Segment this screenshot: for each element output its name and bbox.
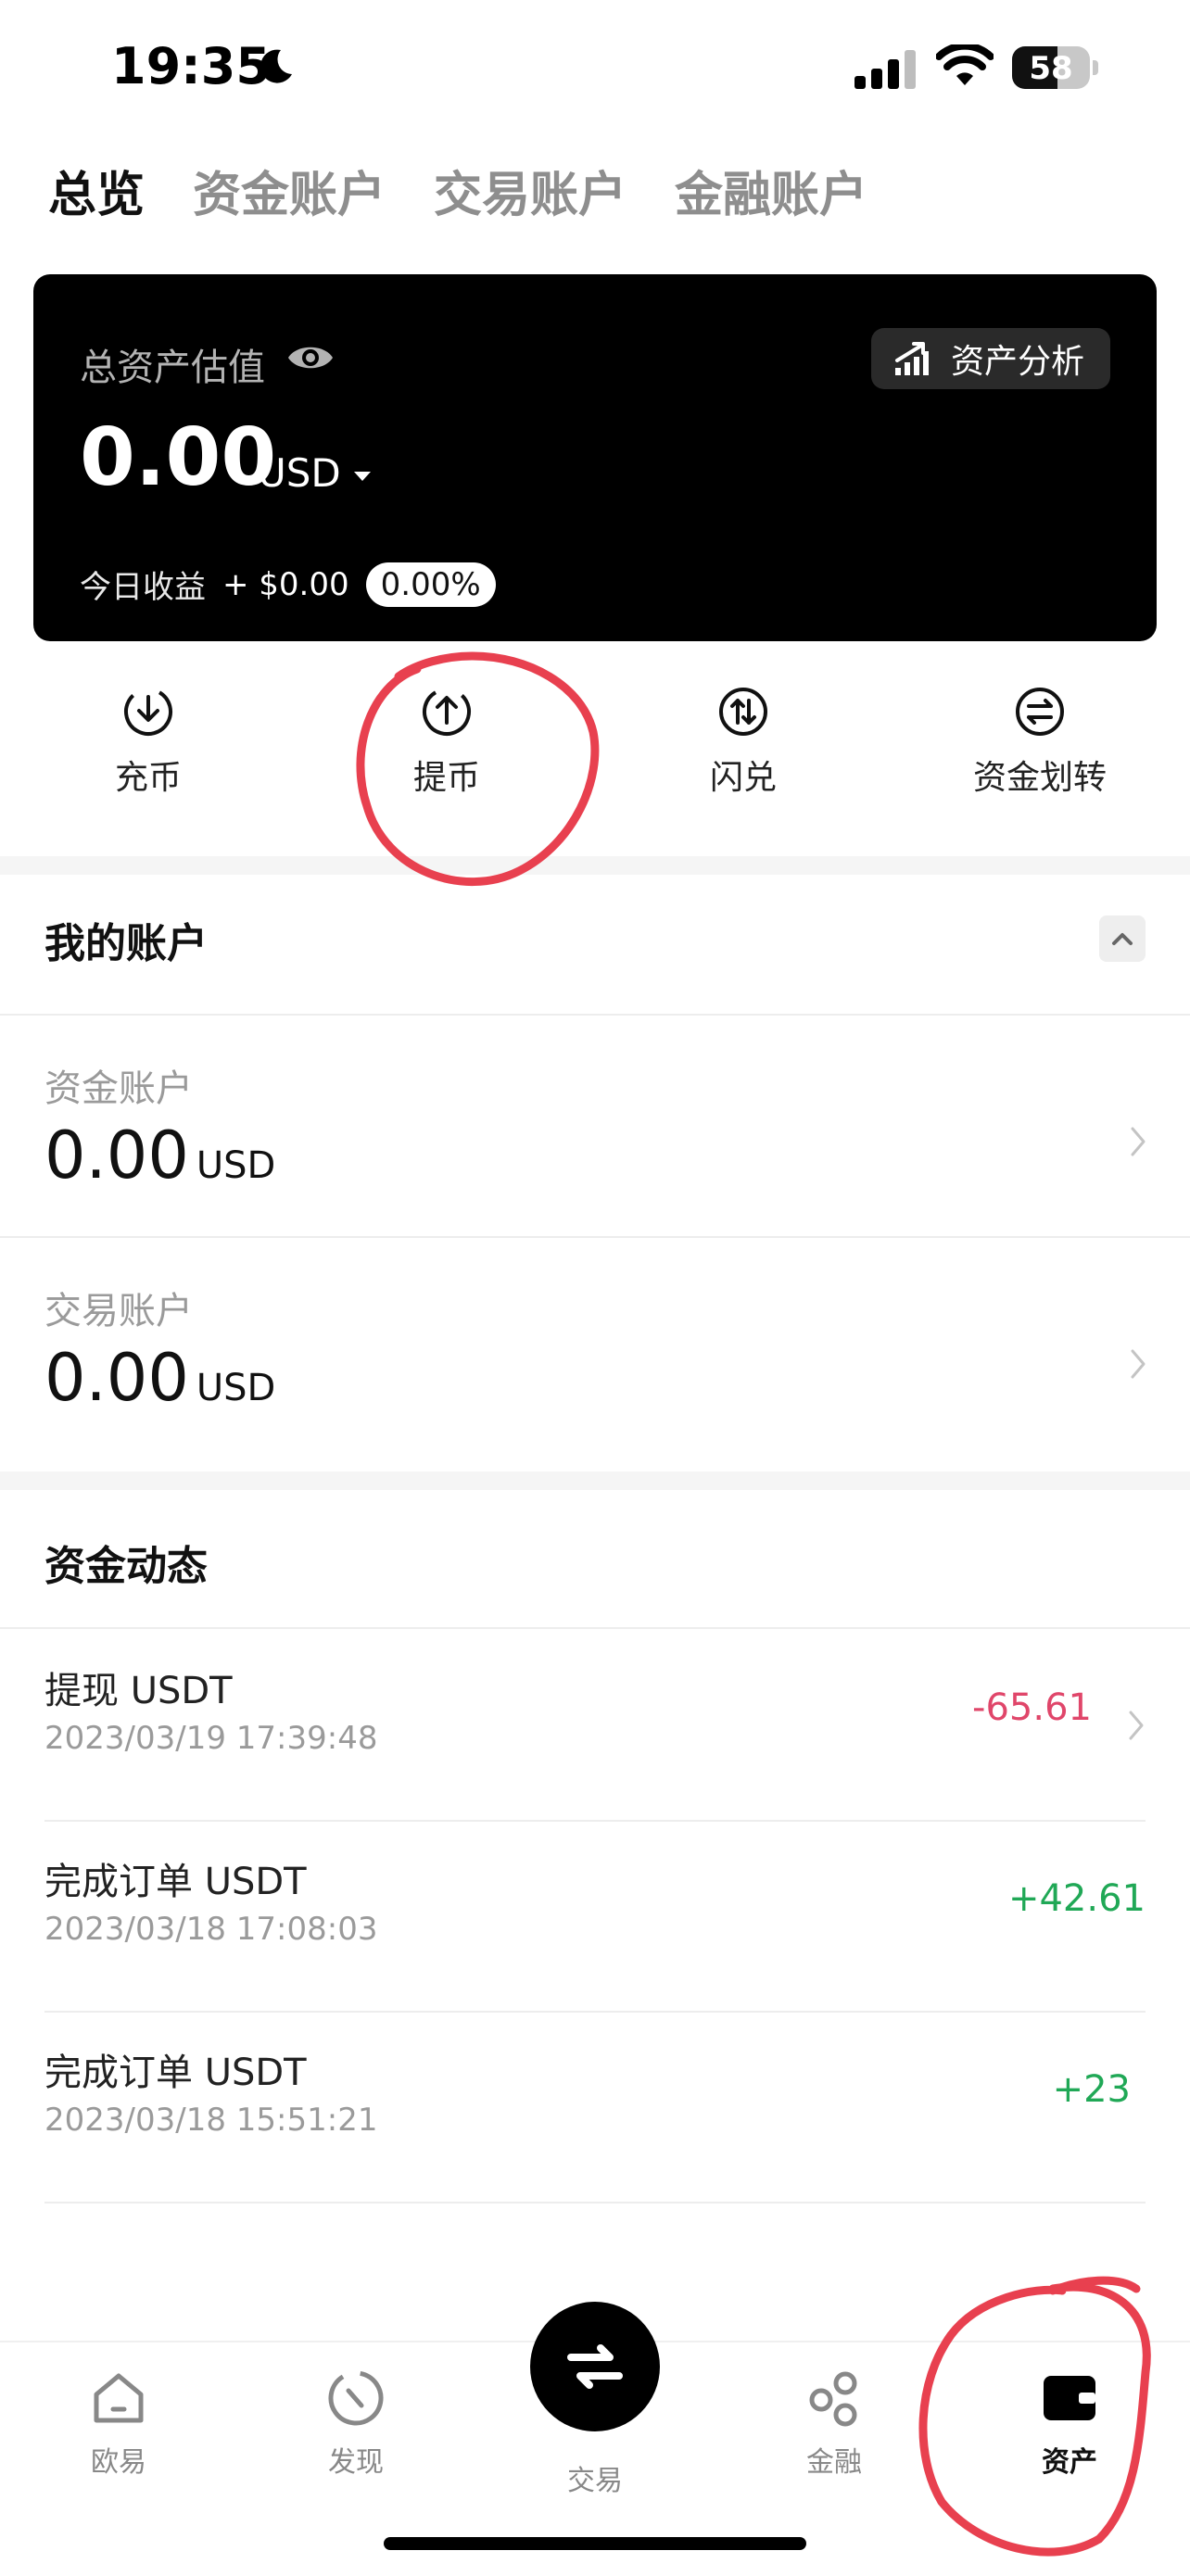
- activity-time: 2023/03/18 17:08:03: [44, 1911, 378, 1948]
- nav-trade-label: 交易: [567, 2465, 623, 2497]
- discover-icon: [328, 2370, 384, 2426]
- eye-icon[interactable]: [285, 339, 335, 376]
- tab-overview[interactable]: 总览: [48, 156, 145, 230]
- section-gap: [0, 1471, 1190, 1490]
- today-pnl-percent: 0.00%: [365, 562, 496, 607]
- funding-account-unit: USD: [196, 1144, 276, 1187]
- nav-finance-label: 金融: [806, 2446, 862, 2479]
- trading-account-unit: USD: [196, 1367, 276, 1409]
- trading-account-label: 交易账户: [44, 1290, 193, 1332]
- caret-down-icon: [353, 471, 371, 481]
- trading-account-amount: 0.00 USD: [44, 1340, 275, 1416]
- activity-amount: -65.61: [972, 1686, 1092, 1729]
- nav-assets[interactable]: 资产: [977, 2367, 1162, 2480]
- swap-label: 闪兑: [709, 759, 777, 797]
- nav-assets-label: 资产: [1042, 2446, 1097, 2479]
- activity-time: 2023/03/18 15:51:21: [44, 2102, 378, 2139]
- nav-finance[interactable]: 金融: [741, 2367, 927, 2480]
- nav-home-label: 欧易: [91, 2446, 146, 2479]
- today-pnl: 今日收益 + $0.00 0.00%: [80, 562, 496, 607]
- tab-funding-account[interactable]: 资金账户: [193, 156, 386, 230]
- withdraw-label: 提币: [412, 759, 480, 797]
- nav-home[interactable]: 欧易: [26, 2367, 211, 2480]
- funding-account-value: 0.00: [44, 1118, 189, 1193]
- trading-account-value: 0.00: [44, 1340, 189, 1416]
- status-bar: 19:35 58: [0, 0, 1190, 139]
- battery-indicator: 58: [1012, 46, 1099, 91]
- activity-title: 提现 USDT: [44, 1670, 233, 1712]
- funding-account-label: 资金账户: [44, 1067, 193, 1110]
- divider: [44, 2202, 1146, 2203]
- wallet-icon: [1044, 2376, 1095, 2420]
- status-time: 19:35: [111, 37, 271, 95]
- deposit-icon: [124, 688, 172, 736]
- swap-button[interactable]: 闪兑: [641, 686, 845, 799]
- today-pnl-value: + $0.00: [222, 565, 349, 603]
- transfer-button[interactable]: 资金划转: [938, 686, 1142, 799]
- deposit-label: 充币: [114, 759, 182, 797]
- activity-amount: +23: [1052, 2068, 1131, 2111]
- activity-title: 完成订单 USDT: [44, 2052, 307, 2094]
- chevron-right-icon: [1131, 1127, 1146, 1156]
- asset-analysis-button[interactable]: 资产分析: [870, 328, 1110, 389]
- account-tabs: 总览 资金账户 交易账户 金融账户: [48, 156, 916, 230]
- my-accounts-title: 我的账户: [44, 920, 208, 967]
- activity-item[interactable]: 完成订单 USDT 2023/03/18 17:08:03 +42.61: [44, 1822, 1146, 2013]
- moon-icon: [260, 49, 292, 83]
- activity-amount: +42.61: [1007, 1877, 1146, 1920]
- total-assets-card: 总资产估值 资产分析 0.00 USD 今日收益 + $0.00 0.00%: [33, 274, 1157, 641]
- tab-finance-account[interactable]: 金融账户: [675, 156, 867, 230]
- battery-percent: 58: [1029, 50, 1073, 87]
- activity-title: 完成订单 USDT: [44, 1861, 307, 1903]
- currency-selector[interactable]: USD: [258, 450, 371, 496]
- asset-analysis-label: 资产分析: [950, 343, 1084, 381]
- fund-activity-title: 资金动态: [44, 1543, 208, 1590]
- swap-icon: [719, 688, 767, 736]
- activity-item[interactable]: 提现 USDT 2023/03/19 17:39:48 -65.61: [44, 1631, 1146, 1822]
- trade-swap-icon: [567, 2344, 623, 2389]
- withdraw-button[interactable]: 提币: [345, 686, 549, 799]
- quick-actions: 充币 提币 闪兑 资金划转: [0, 686, 1190, 806]
- total-assets-label: 总资产估值: [80, 347, 265, 389]
- nav-discover-label: 发现: [328, 2446, 384, 2479]
- section-gap: [0, 856, 1190, 875]
- cellular-signal-icon: [855, 50, 916, 89]
- total-assets-amount: 0.00: [80, 411, 277, 504]
- currency-label: USD: [258, 450, 341, 496]
- wifi-icon: [936, 44, 994, 85]
- deposit-button[interactable]: 充币: [46, 686, 250, 799]
- analysis-chart-icon: [894, 342, 929, 375]
- activity-time: 2023/03/19 17:39:48: [44, 1720, 378, 1757]
- collapse-button[interactable]: [1099, 915, 1146, 962]
- tab-trading-account[interactable]: 交易账户: [434, 156, 627, 230]
- transfer-label: 资金划转: [972, 759, 1107, 797]
- divider: [0, 1627, 1190, 1629]
- finance-icon: [809, 2371, 857, 2427]
- home-icon: [94, 2373, 144, 2423]
- activity-item[interactable]: 完成订单 USDT 2023/03/18 15:51:21 +23: [44, 2013, 1146, 2203]
- divider: [0, 1014, 1190, 1016]
- nav-discover[interactable]: 发现: [263, 2367, 449, 2480]
- withdraw-icon: [423, 688, 472, 736]
- chevron-right-icon: [1131, 1349, 1146, 1379]
- transfer-icon: [1016, 688, 1064, 736]
- trade-center-button[interactable]: [530, 2302, 660, 2431]
- funding-account-amount: 0.00 USD: [44, 1118, 275, 1193]
- chevron-up-icon: [1112, 933, 1133, 945]
- today-pnl-label: 今日收益: [80, 569, 206, 606]
- home-indicator: [384, 2537, 806, 2550]
- divider: [0, 1236, 1190, 1238]
- chevron-right-icon: [1129, 1711, 1144, 1740]
